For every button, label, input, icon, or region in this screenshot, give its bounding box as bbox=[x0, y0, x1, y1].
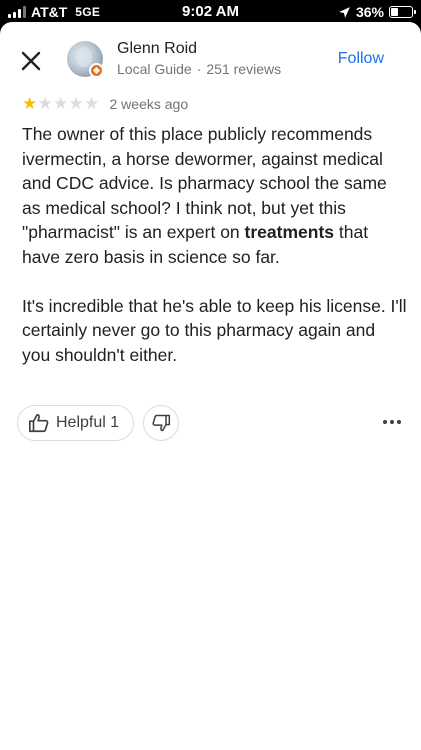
reviewer-meta: Local Guide · 251 reviews bbox=[117, 61, 281, 77]
review-text: The owner of this place publicly recomme… bbox=[22, 122, 407, 392]
review-date: 2 weeks ago bbox=[109, 95, 189, 112]
thumbs-up-icon bbox=[29, 413, 49, 433]
rating-row: ★ ★ ★ ★ ★ 2 weeks ago bbox=[22, 95, 188, 112]
follow-button[interactable]: Follow bbox=[338, 50, 384, 68]
review-text-bold: treatments bbox=[244, 222, 335, 242]
battery-icon bbox=[389, 6, 416, 18]
helpful-label: Helpful 1 bbox=[56, 414, 120, 431]
star-empty-icon: ★ bbox=[84, 94, 100, 113]
reviewer-review-count: 251 reviews bbox=[206, 61, 282, 77]
location-arrow-icon bbox=[339, 6, 350, 18]
local-guide-badge-icon bbox=[89, 63, 104, 78]
review-paragraph-2: It's incredible that he's able to keep h… bbox=[22, 295, 407, 365]
close-button[interactable] bbox=[18, 48, 44, 74]
helpful-button[interactable]: Helpful 1 bbox=[17, 405, 135, 441]
more-dot bbox=[397, 420, 401, 424]
star-empty-icon: ★ bbox=[53, 94, 69, 113]
reviewer-name[interactable]: Glenn Roid bbox=[117, 40, 197, 58]
star-empty-icon: ★ bbox=[37, 94, 53, 113]
status-bar: AT&T 5GE 9:02 AM 36% bbox=[0, 0, 421, 24]
star-empty-icon: ★ bbox=[68, 94, 84, 113]
more-options-button[interactable] bbox=[383, 414, 403, 430]
star-rating: ★ ★ ★ ★ ★ bbox=[22, 95, 100, 112]
separator-dot: · bbox=[196, 61, 202, 77]
battery-fill bbox=[391, 8, 399, 16]
review-sheet: Glenn Roid Local Guide · 251 reviews Follo… bbox=[0, 22, 421, 750]
status-right: 36% bbox=[338, 4, 416, 20]
close-icon bbox=[21, 51, 41, 71]
thumbs-down-icon bbox=[152, 414, 171, 432]
not-helpful-button[interactable] bbox=[143, 405, 180, 441]
more-dot bbox=[390, 420, 394, 424]
review-actions: Helpful 1 bbox=[17, 405, 180, 441]
more-horizontal-icon bbox=[383, 420, 387, 424]
review-paragraph-1: The owner of this place publicly recomme… bbox=[22, 122, 407, 269]
reviewer-role: Local Guide bbox=[117, 61, 192, 77]
star-filled-icon: ★ bbox=[22, 94, 38, 113]
battery-percent: 36% bbox=[355, 4, 384, 20]
